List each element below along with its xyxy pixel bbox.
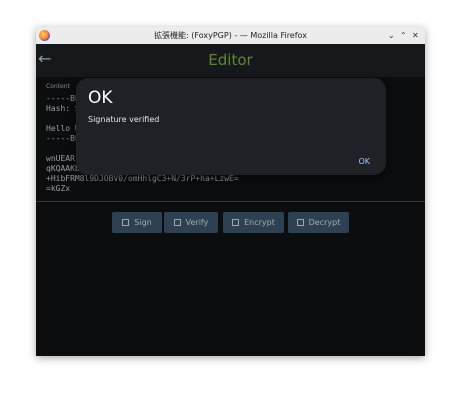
- maximize-button[interactable]: ⌃: [400, 27, 407, 44]
- window-title: 拡張機能: (FoxyPGP) - — Mozilla Firefox: [154, 31, 307, 40]
- ok-button[interactable]: OK: [358, 157, 370, 166]
- minimize-button[interactable]: ⌄: [388, 27, 395, 44]
- dialog-title: OK: [88, 88, 113, 108]
- firefox-icon: [39, 30, 50, 41]
- firefox-window: 拡張機能: (FoxyPGP) - — Mozilla Firefox ⌄ ⌃ …: [36, 27, 425, 356]
- close-button[interactable]: ✕: [412, 27, 419, 44]
- window-titlebar: 拡張機能: (FoxyPGP) - — Mozilla Firefox ⌄ ⌃ …: [36, 27, 425, 44]
- dialog-message: Signature verified: [88, 115, 160, 124]
- alert-dialog: OK Signature verified OK: [76, 78, 386, 175]
